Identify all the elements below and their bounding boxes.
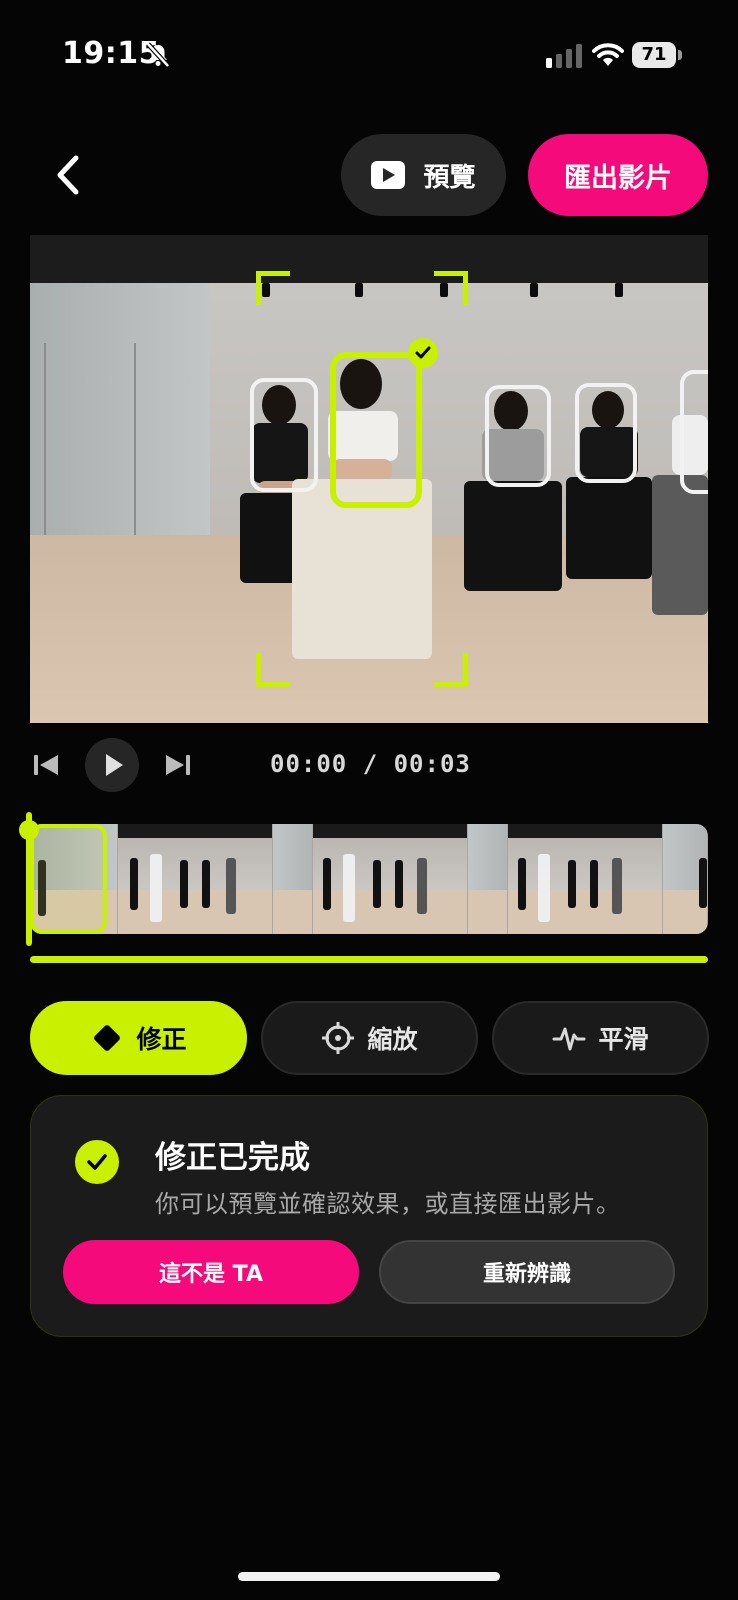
thumbnail: [468, 824, 508, 934]
back-button[interactable]: [48, 150, 88, 200]
crop-corner-bottom-left: [256, 653, 290, 687]
preview-label: 預覽: [423, 162, 476, 193]
play-button[interactable]: [85, 738, 139, 792]
playhead-handle[interactable]: [19, 820, 39, 840]
home-indicator[interactable]: [238, 1572, 500, 1581]
thumbnail: [118, 824, 273, 934]
timecode: 00:00 / 00:03: [270, 750, 471, 778]
selected-check-icon: [408, 338, 438, 368]
tab-label: 縮放: [367, 1025, 418, 1054]
tab-label: 修正: [136, 1025, 187, 1054]
skip-forward-icon[interactable]: [164, 752, 192, 778]
crop-corner-top-left: [256, 271, 290, 305]
export-video-button[interactable]: 匯出影片: [528, 134, 708, 216]
diamond-icon: [94, 1025, 121, 1051]
person-box-3[interactable]: [485, 385, 551, 487]
video-preview[interactable]: [30, 235, 708, 723]
tab-label: 平滑: [598, 1025, 649, 1054]
correction-complete-card: 修正已完成 你可以預覽並確認效果，或直接匯出影片。 這不是 TA 重新辨識: [30, 1095, 708, 1337]
crosshair-icon: [322, 1022, 355, 1054]
tab-zoom[interactable]: 縮放: [261, 1001, 478, 1075]
studio-ceiling: [30, 235, 708, 283]
person-box-1[interactable]: [250, 378, 318, 492]
check-circle-icon: [75, 1140, 119, 1184]
person-box-5[interactable]: [680, 370, 708, 494]
skip-back-icon[interactable]: [32, 752, 60, 778]
tab-correct[interactable]: 修正: [30, 1001, 247, 1075]
redetect-button[interactable]: 重新辨識: [379, 1240, 675, 1304]
video-play-icon: [371, 161, 406, 189]
thumbnail: [663, 824, 708, 934]
not-this-person-button[interactable]: 這不是 TA: [63, 1240, 359, 1304]
wifi-icon: [592, 43, 624, 66]
crop-corner-top-right: [434, 271, 468, 305]
person-box-4[interactable]: [575, 383, 637, 483]
waveform-icon: [552, 1027, 586, 1051]
battery-indicator: 71: [632, 42, 682, 68]
card-title: 修正已完成: [155, 1140, 310, 1176]
tracking-range-bar: [30, 956, 708, 963]
timeline-filmstrip[interactable]: [30, 824, 708, 934]
thumbnail: [273, 824, 313, 934]
card-subtitle: 你可以預覽並確認效果，或直接匯出影片。: [155, 1190, 621, 1218]
preview-button[interactable]: 預覽: [341, 134, 506, 216]
current-frame-highlight: [30, 824, 107, 934]
silent-bell-icon: [146, 42, 170, 68]
play-icon: [106, 754, 123, 776]
person-box-selected[interactable]: [330, 352, 422, 508]
thumbnail: [508, 824, 663, 934]
crop-corner-bottom-right: [434, 653, 468, 687]
thumbnail: [313, 824, 468, 934]
tab-smooth[interactable]: 平滑: [492, 1001, 709, 1075]
cellular-signal-icon: [546, 44, 582, 68]
